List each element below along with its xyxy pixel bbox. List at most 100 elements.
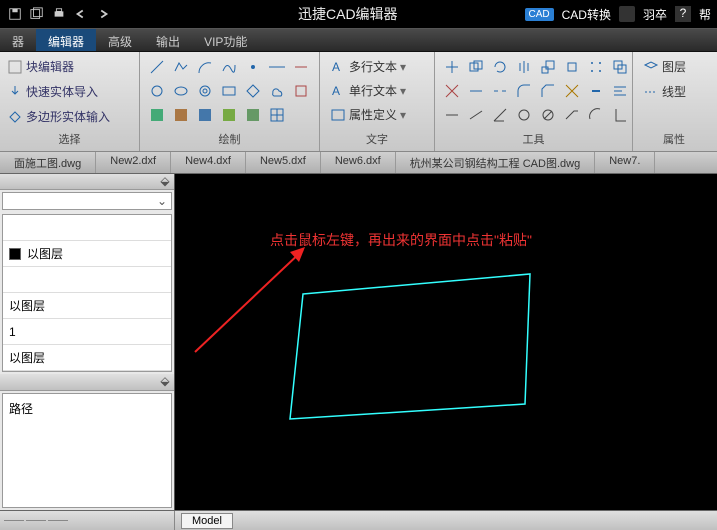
quick-import-button[interactable]: 快速实体导入 <box>6 81 112 102</box>
pin-icon[interactable]: ⬙ <box>156 374 174 389</box>
point-icon[interactable] <box>242 56 264 78</box>
multiline-text-button[interactable]: A多行文本▾ <box>326 56 410 77</box>
drawing-canvas[interactable]: 点击鼠标左键，再出来的界面中点击"粘贴" <box>175 174 717 510</box>
svg-text:A: A <box>332 84 340 98</box>
dim-ord-icon[interactable] <box>609 104 631 126</box>
circle-icon[interactable] <box>146 80 168 102</box>
app-title: 迅捷CAD编辑器 <box>298 4 398 24</box>
arc-icon[interactable] <box>194 56 216 78</box>
convert-link[interactable]: CAD转换 <box>562 6 611 23</box>
list-item[interactable]: 1 <box>3 319 171 345</box>
offset-icon[interactable] <box>609 56 631 78</box>
redo-icon[interactable] <box>94 5 112 23</box>
pin-icon[interactable]: ⬙ <box>156 174 174 189</box>
line-icon[interactable] <box>146 56 168 78</box>
rotate-icon[interactable] <box>489 56 511 78</box>
singleline-text-button[interactable]: A单行文本▾ <box>326 80 410 101</box>
copy-icon[interactable] <box>465 56 487 78</box>
cloud-icon[interactable] <box>266 80 288 102</box>
quick-access-toolbar <box>0 5 118 23</box>
join-icon[interactable] <box>585 80 607 102</box>
gradient-icon[interactable] <box>170 104 192 126</box>
trim-icon[interactable] <box>441 80 463 102</box>
user-icon[interactable] <box>619 6 635 22</box>
hatch-icon[interactable] <box>146 104 168 126</box>
menu-vip[interactable]: VIP功能 <box>192 29 259 51</box>
block-editor-button[interactable]: 块编辑器 <box>6 56 112 77</box>
ellipse-icon[interactable] <box>170 80 192 102</box>
group-label-tools: 工具 <box>441 129 626 147</box>
list-item[interactable] <box>3 267 171 293</box>
layer-button[interactable]: 图层 <box>639 56 690 77</box>
tab-3[interactable]: New5.dxf <box>246 152 321 173</box>
table-icon[interactable] <box>266 104 288 126</box>
donut-icon[interactable] <box>194 80 216 102</box>
polyline-icon[interactable] <box>170 56 192 78</box>
linetype-button[interactable]: 线型 <box>639 81 690 102</box>
save-icon[interactable] <box>6 5 24 23</box>
undo-icon[interactable] <box>72 5 90 23</box>
tab-4[interactable]: New6.dxf <box>321 152 396 173</box>
fillet-icon[interactable] <box>513 80 535 102</box>
group-label-select: 选择 <box>6 129 133 147</box>
polygon-icon[interactable] <box>242 80 264 102</box>
list-item[interactable] <box>3 215 171 241</box>
group-label-text: 文字 <box>326 129 428 147</box>
panel-filter-dropdown[interactable] <box>2 192 172 210</box>
dim-arc-icon[interactable] <box>585 104 607 126</box>
stretch-icon[interactable] <box>561 56 583 78</box>
menu-editor[interactable]: 编辑器 <box>36 29 96 51</box>
statusbar: Model <box>0 510 717 530</box>
dim-aligned-icon[interactable] <box>465 104 487 126</box>
attribute-def-button[interactable]: 属性定义▾ <box>326 104 410 125</box>
tab-0[interactable]: 面施工图.dwg <box>0 152 96 173</box>
ribbon: 块编辑器 快速实体导入 多边形实体输入 选择 <box>0 52 717 152</box>
list-item[interactable]: 以图层 <box>3 293 171 319</box>
user-name[interactable]: 羽卒 <box>643 6 667 23</box>
model-tab[interactable]: Model <box>181 513 233 529</box>
tab-6[interactable]: New7. <box>595 152 655 173</box>
extend-icon[interactable] <box>465 80 487 102</box>
dim-angular-icon[interactable] <box>489 104 511 126</box>
align-icon[interactable] <box>609 80 631 102</box>
help-label[interactable]: 帮 <box>699 6 711 23</box>
xline-icon[interactable] <box>266 56 288 78</box>
chamfer-icon[interactable] <box>537 80 559 102</box>
menu-output[interactable]: 输出 <box>144 29 192 51</box>
scale-icon[interactable] <box>537 56 559 78</box>
boundary-icon[interactable] <box>194 104 216 126</box>
menu-advanced[interactable]: 高级 <box>96 29 144 51</box>
wipeout-icon[interactable] <box>218 104 240 126</box>
image-icon[interactable] <box>242 104 264 126</box>
tab-5[interactable]: 杭州某公司钢结构工程 CAD图.dwg <box>396 152 596 173</box>
print-icon[interactable] <box>50 5 68 23</box>
spline-icon[interactable] <box>218 56 240 78</box>
tab-1[interactable]: New2.dxf <box>96 152 171 173</box>
ribbon-group-select: 块编辑器 快速实体导入 多边形实体输入 选择 <box>0 52 140 151</box>
save-all-icon[interactable] <box>28 5 46 23</box>
explode-icon[interactable] <box>561 80 583 102</box>
rect-icon[interactable] <box>218 80 240 102</box>
list-item[interactable]: 以图层 <box>3 241 171 267</box>
cad-rectangle-shape <box>285 264 545 434</box>
menu-qi[interactable]: 器 <box>0 29 36 51</box>
region-icon[interactable] <box>290 80 312 102</box>
dim-radius-icon[interactable] <box>513 104 535 126</box>
list-item[interactable]: 以图层 <box>3 345 171 371</box>
move-icon[interactable] <box>441 56 463 78</box>
tab-2[interactable]: New4.dxf <box>171 152 246 173</box>
cad-badge: CAD <box>525 8 554 21</box>
panel-list: 以图层 以图层 1 以图层 <box>2 214 172 372</box>
array-icon[interactable] <box>585 56 607 78</box>
help-icon[interactable]: ? <box>675 6 691 22</box>
mirror-icon[interactable] <box>513 56 535 78</box>
break-icon[interactable] <box>489 80 511 102</box>
panel-header: ⬙ <box>0 174 174 190</box>
properties-panel: ⬙ 以图层 以图层 1 以图层 ⬙ 路径 <box>0 174 175 510</box>
leader-icon[interactable] <box>561 104 583 126</box>
dim-linear-icon[interactable] <box>441 104 463 126</box>
color-swatch <box>9 248 21 260</box>
dim-diameter-icon[interactable] <box>537 104 559 126</box>
polygon-input-button[interactable]: 多边形实体输入 <box>6 106 112 127</box>
ray-icon[interactable] <box>290 56 312 78</box>
